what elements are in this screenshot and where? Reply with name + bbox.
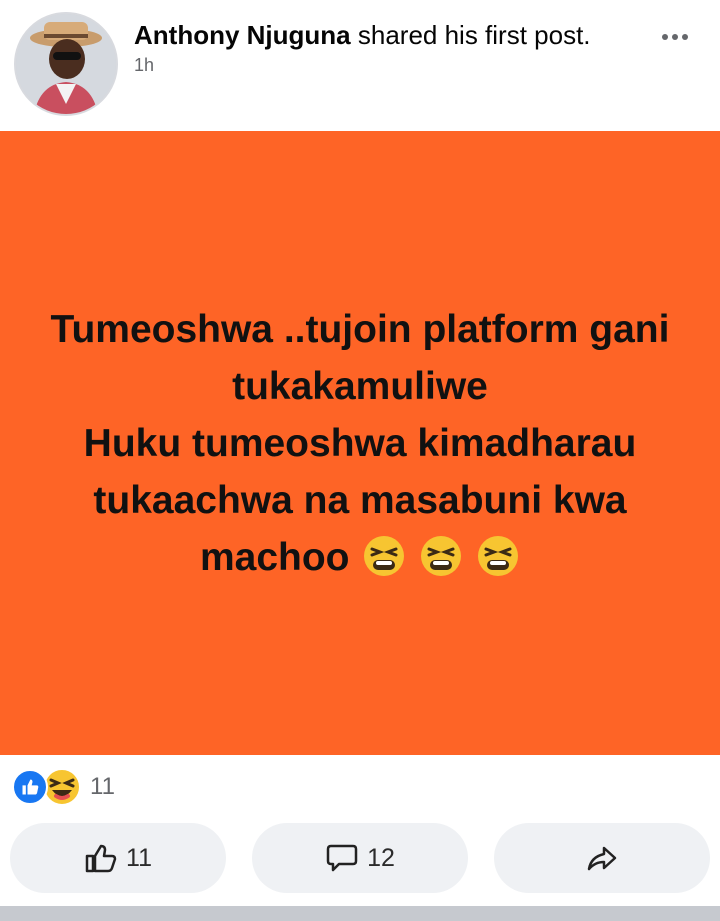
more-options-icon[interactable]	[655, 22, 695, 52]
comment-count: 12	[367, 843, 395, 872]
haha-reaction-icon	[43, 768, 81, 806]
like-count: 11	[126, 843, 152, 872]
share-icon	[587, 846, 617, 871]
tired-face-icon	[421, 535, 462, 576]
reaction-count: 11	[90, 773, 115, 800]
thumbs-up-icon	[22, 779, 39, 795]
post-line-3: Huku tumeoshwa kimadharau	[83, 421, 637, 465]
post-actions: 11 12	[10, 823, 710, 893]
author-avatar[interactable]	[14, 12, 118, 116]
reactions-summary[interactable]: 11	[12, 767, 115, 807]
tired-face-icon	[364, 535, 405, 576]
comment-button[interactable]: 12	[252, 823, 468, 893]
post-line-5-text: machoo	[199, 535, 350, 579]
post-action-text: shared his first post.	[350, 20, 591, 50]
post-line-2: tukakamuliwe	[232, 364, 488, 408]
post-background[interactable]: Tumeoshwa ..tujoin platform gani tukakam…	[0, 131, 720, 755]
author-name[interactable]: Anthony Njuguna	[134, 20, 351, 50]
post-separator	[0, 906, 720, 921]
post-text: Tumeoshwa ..tujoin platform gani tukakam…	[20, 301, 700, 586]
like-button[interactable]: 11	[10, 823, 226, 893]
post-line-5: machoo	[20, 529, 700, 586]
thumbs-up-outline-icon	[85, 844, 117, 873]
avatar-photo	[16, 14, 116, 114]
comment-icon	[326, 844, 358, 872]
post-line-4: tukaachwa na masabuni kwa	[93, 478, 627, 522]
tired-face-icon	[478, 535, 519, 576]
post-time[interactable]: 1h	[134, 55, 154, 76]
post-author-line: Anthony Njuguna shared his first post.	[134, 20, 591, 50]
post-line-1: Tumeoshwa ..tujoin platform gani	[50, 307, 670, 351]
share-button[interactable]	[494, 823, 710, 893]
like-reaction-icon	[12, 769, 48, 805]
post-header: Anthony Njuguna shared his first post. 1…	[0, 0, 720, 130]
